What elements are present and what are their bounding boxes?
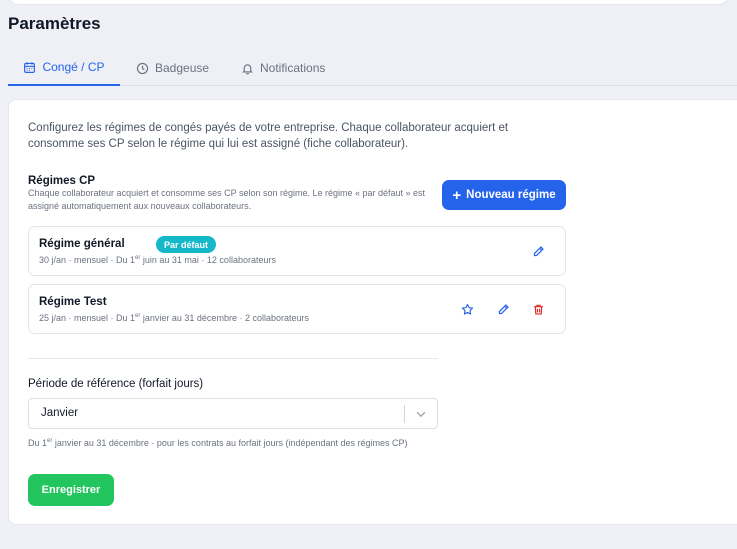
pencil-icon [533, 245, 544, 256]
page-title: Paramètres [8, 14, 101, 33]
regime-name: Régime Test [39, 296, 107, 308]
tab-conge-cp-label: Congé / CP [42, 60, 105, 74]
pencil-icon [498, 303, 509, 314]
regime-name: Régime général [39, 238, 125, 250]
edit-regime-button[interactable] [529, 242, 547, 260]
intro-text: Configurez les régimes de congés payés d… [28, 122, 509, 150]
chevron-down-icon [416, 411, 426, 418]
regimes-section-description: Chaque collaborateur acquiert et consomm… [28, 188, 426, 211]
tab-badgeuse-label: Badgeuse [155, 61, 210, 75]
clock-icon [136, 62, 149, 74]
plus-icon: + [452, 186, 462, 204]
section-divider [28, 358, 438, 359]
set-default-button[interactable] [458, 300, 476, 318]
reference-period-select[interactable]: Janvier [28, 398, 438, 429]
new-regime-label: Nouveau régime [466, 189, 556, 201]
edit-regime-button[interactable] [494, 300, 512, 318]
tab-conge-cp[interactable]: Congé / CP [8, 50, 120, 86]
reference-period-value: Janvier [41, 407, 79, 419]
reference-period-hint: Du 1er janvier au 31 décembre · pour les… [28, 438, 408, 448]
default-badge: Par défaut [156, 236, 217, 253]
settings-tabs: Congé / CP Badgeuse Notifications [8, 50, 737, 86]
regime-card-test: Régime Test 25 j/an · mensuel · Du 1er j… [28, 284, 566, 334]
new-regime-button[interactable]: + Nouveau régime [442, 180, 566, 210]
tab-notifications[interactable]: Notifications [241, 50, 325, 86]
trash-icon [533, 304, 543, 315]
save-button[interactable]: Enregistrer [28, 474, 114, 506]
star-icon [461, 303, 473, 315]
tab-notifications-label: Notifications [260, 61, 326, 75]
calendar-icon [24, 61, 36, 73]
reference-period-label: Période de référence (forfait jours) [28, 378, 204, 390]
settings-card: Configurez les régimes de congés payés d… [8, 99, 737, 525]
top-bar [8, 0, 729, 5]
regimes-section-title: Régimes CP [28, 175, 96, 187]
select-separator [404, 405, 405, 423]
regime-card-general: Régime général Par défaut 30 j/an · mens… [28, 226, 566, 276]
regime-meta: 25 j/an · mensuel · Du 1er janvier au 31… [39, 313, 309, 323]
tab-badgeuse[interactable]: Badgeuse [136, 50, 209, 86]
bell-icon [242, 63, 253, 74]
delete-regime-button[interactable] [529, 300, 547, 318]
regime-meta: 30 j/an · mensuel · Du 1er juin au 31 ma… [39, 255, 276, 265]
